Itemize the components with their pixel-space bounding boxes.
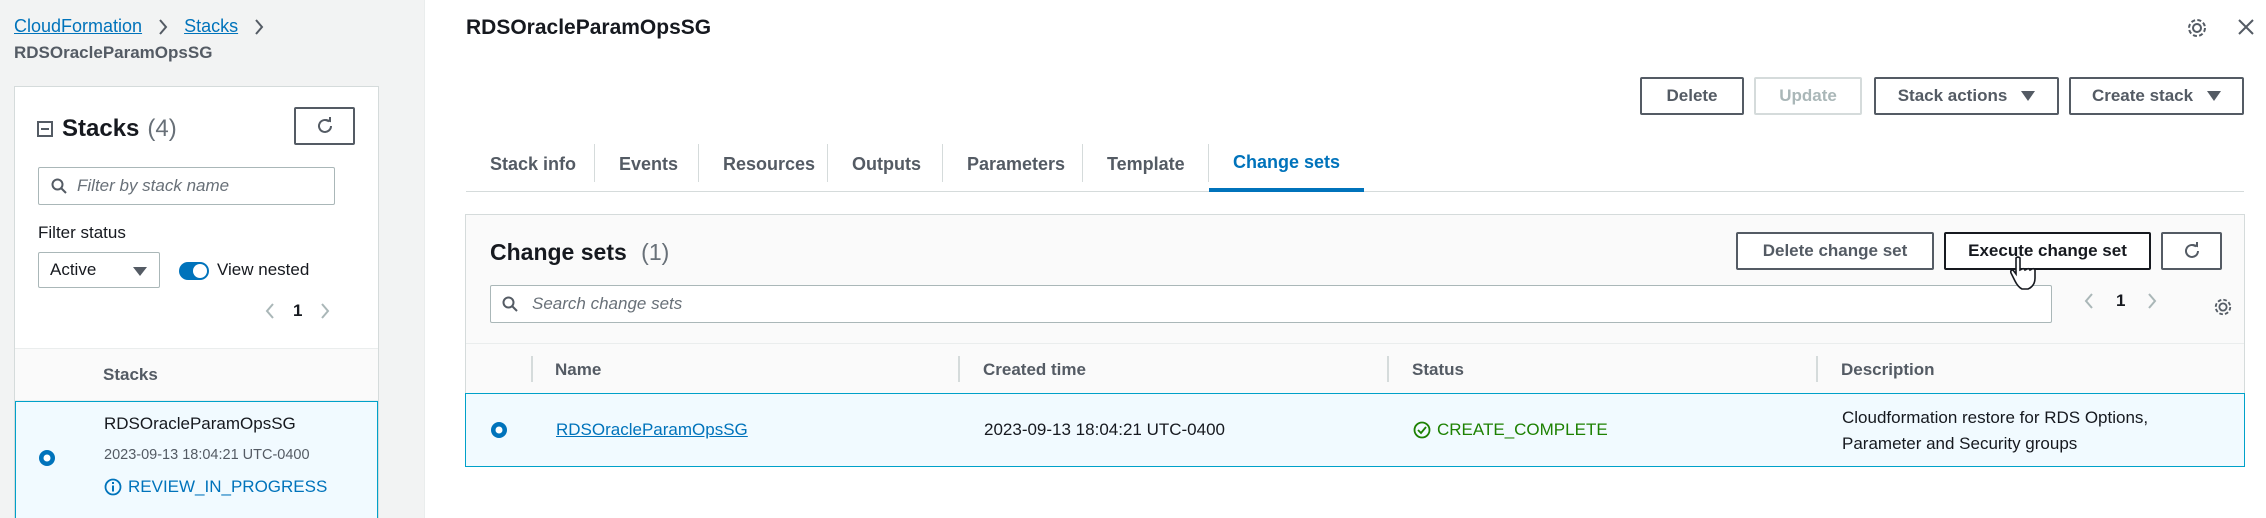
stacks-list-panel: Stacks (4) Filter by stack name Filter s…	[14, 86, 379, 518]
tab-outputs[interactable]: Outputs	[828, 136, 945, 192]
create-stack-label: Create stack	[2091, 86, 2194, 105]
search-placeholder: Search change sets	[532, 294, 683, 313]
search-icon	[502, 296, 518, 312]
search-icon	[51, 178, 67, 194]
column-divider[interactable]	[1387, 356, 1389, 382]
change-sets-count: (1)	[641, 239, 670, 265]
change-set-status-text: CREATE_COMPLETE	[1437, 420, 1608, 439]
caret-down-icon	[2207, 91, 2222, 101]
filter-status-select[interactable]: Active	[38, 252, 160, 288]
delete-change-set-button[interactable]: Delete change set	[1736, 232, 1934, 270]
column-divider[interactable]	[1816, 356, 1818, 382]
column-name[interactable]: Name	[555, 360, 601, 380]
settings-icon[interactable]	[2213, 297, 2233, 317]
stacks-count: (4)	[147, 115, 177, 142]
create-stack-button[interactable]: Create stack	[2069, 77, 2244, 115]
tab-resources[interactable]: Resources	[699, 136, 839, 192]
stack-status: REVIEW_IN_PROGRESS	[104, 477, 327, 497]
hand-cursor-icon	[2009, 256, 2036, 290]
change-sets-panel: Change sets (1) Delete change set Execut…	[465, 214, 2245, 467]
filter-stacks-input[interactable]: Filter by stack name	[38, 167, 335, 205]
change-sets-table-header: Name Created time Status Description	[466, 343, 2244, 393]
stack-name: RDSOracleParamOpsSG	[104, 414, 296, 433]
column-divider	[531, 356, 533, 382]
stacks-column-label: Stacks	[103, 365, 158, 384]
refresh-stacks-button[interactable]	[294, 107, 355, 145]
breadcrumb-cloudformation-link[interactable]: CloudFormation	[14, 16, 142, 37]
filter-placeholder: Filter by stack name	[77, 176, 230, 195]
tab-template[interactable]: Template	[1083, 136, 1209, 192]
chevron-right-icon	[254, 18, 264, 35]
change-set-status: CREATE_COMPLETE	[1413, 420, 1608, 440]
stack-status-text: REVIEW_IN_PROGRESS	[128, 477, 328, 496]
chevron-left-icon[interactable]	[265, 303, 275, 319]
stack-row[interactable]: RDSOracleParamOpsSG 2023-09-13 18:04:21 …	[15, 401, 378, 518]
execute-change-set-button[interactable]: Execute change set	[1944, 232, 2151, 270]
change-set-description-line1: Cloudformation restore for RDS Options,	[1842, 408, 2149, 427]
stacks-page-number[interactable]: 1	[293, 301, 302, 321]
view-nested-toggle[interactable]	[179, 262, 209, 280]
refresh-icon	[317, 117, 332, 133]
change-set-name-link[interactable]: RDSOracleParamOpsSG	[556, 420, 748, 440]
refresh-change-sets-button[interactable]	[2161, 232, 2222, 270]
stacks-column-header: Stacks	[15, 348, 378, 401]
tab-stack-info[interactable]: Stack info	[466, 136, 600, 192]
change-sets-title: Change sets (1)	[490, 239, 669, 266]
refresh-icon	[2184, 242, 2199, 258]
change-sets-pagination: 1	[2084, 291, 2157, 311]
page-title: RDSOracleParamOpsSG	[466, 16, 712, 39]
delete-stack-button[interactable]: Delete	[1640, 77, 1744, 115]
view-nested-label: View nested	[217, 260, 310, 279]
radio-selected-icon[interactable]	[490, 421, 508, 439]
change-set-description: Cloudformation restore for RDS Options, …	[1842, 405, 2148, 457]
filter-status-label: Filter status	[38, 223, 126, 242]
stack-created-time: 2023-09-13 18:04:21 UTC-0400	[104, 447, 310, 463]
stacks-header: Stacks (4)	[37, 115, 177, 143]
breadcrumb: CloudFormation Stacks	[14, 16, 280, 37]
change-sets-page-number[interactable]: 1	[2116, 291, 2125, 311]
filter-status-value: Active	[50, 260, 97, 279]
update-stack-button[interactable]: Update	[1754, 77, 1862, 115]
stack-detail-tabs: Stack info Events Resources Outputs Para…	[466, 136, 2244, 192]
chevron-right-icon[interactable]	[2147, 293, 2157, 309]
stack-actions-label: Stack actions	[1897, 86, 2008, 105]
stacks-navigation-panel: CloudFormation Stacks RDSOracleParamOpsS…	[0, 0, 425, 518]
chevron-right-icon[interactable]	[320, 303, 330, 319]
table-row[interactable]: RDSOracleParamOpsSG 2023-09-13 18:04:21 …	[465, 393, 2245, 467]
radio-selected-icon[interactable]	[38, 449, 56, 467]
change-set-created-time: 2023-09-13 18:04:21 UTC-0400	[984, 420, 1225, 439]
collapse-icon[interactable]	[37, 121, 53, 137]
tab-change-sets[interactable]: Change sets	[1209, 136, 1365, 192]
column-status[interactable]: Status	[1412, 360, 1464, 380]
caret-down-icon	[133, 267, 147, 276]
info-icon	[104, 478, 122, 496]
chevron-right-icon	[158, 18, 168, 35]
breadcrumb-current: RDSOracleParamOpsSG	[14, 43, 213, 62]
check-circle-icon	[1413, 421, 1431, 439]
stacks-pagination: 1	[265, 301, 330, 321]
search-change-sets-input[interactable]: Search change sets	[490, 285, 2052, 323]
settings-icon[interactable]	[2186, 17, 2208, 39]
stacks-title: Stacks	[62, 115, 140, 142]
close-icon[interactable]	[2236, 17, 2256, 37]
change-set-description-line2: Parameter and Security groups	[1842, 434, 2078, 453]
column-description[interactable]: Description	[1841, 360, 1935, 380]
breadcrumb-stacks-link[interactable]: Stacks	[184, 16, 238, 37]
stack-actions-button[interactable]: Stack actions	[1874, 77, 2059, 115]
chevron-left-icon[interactable]	[2084, 293, 2094, 309]
tab-parameters[interactable]: Parameters	[943, 136, 1089, 192]
change-sets-title-text: Change sets	[490, 239, 627, 265]
column-created-time[interactable]: Created time	[983, 360, 1086, 380]
tab-events[interactable]: Events	[595, 136, 702, 192]
column-divider[interactable]	[958, 356, 960, 382]
caret-down-icon	[2021, 91, 2036, 101]
